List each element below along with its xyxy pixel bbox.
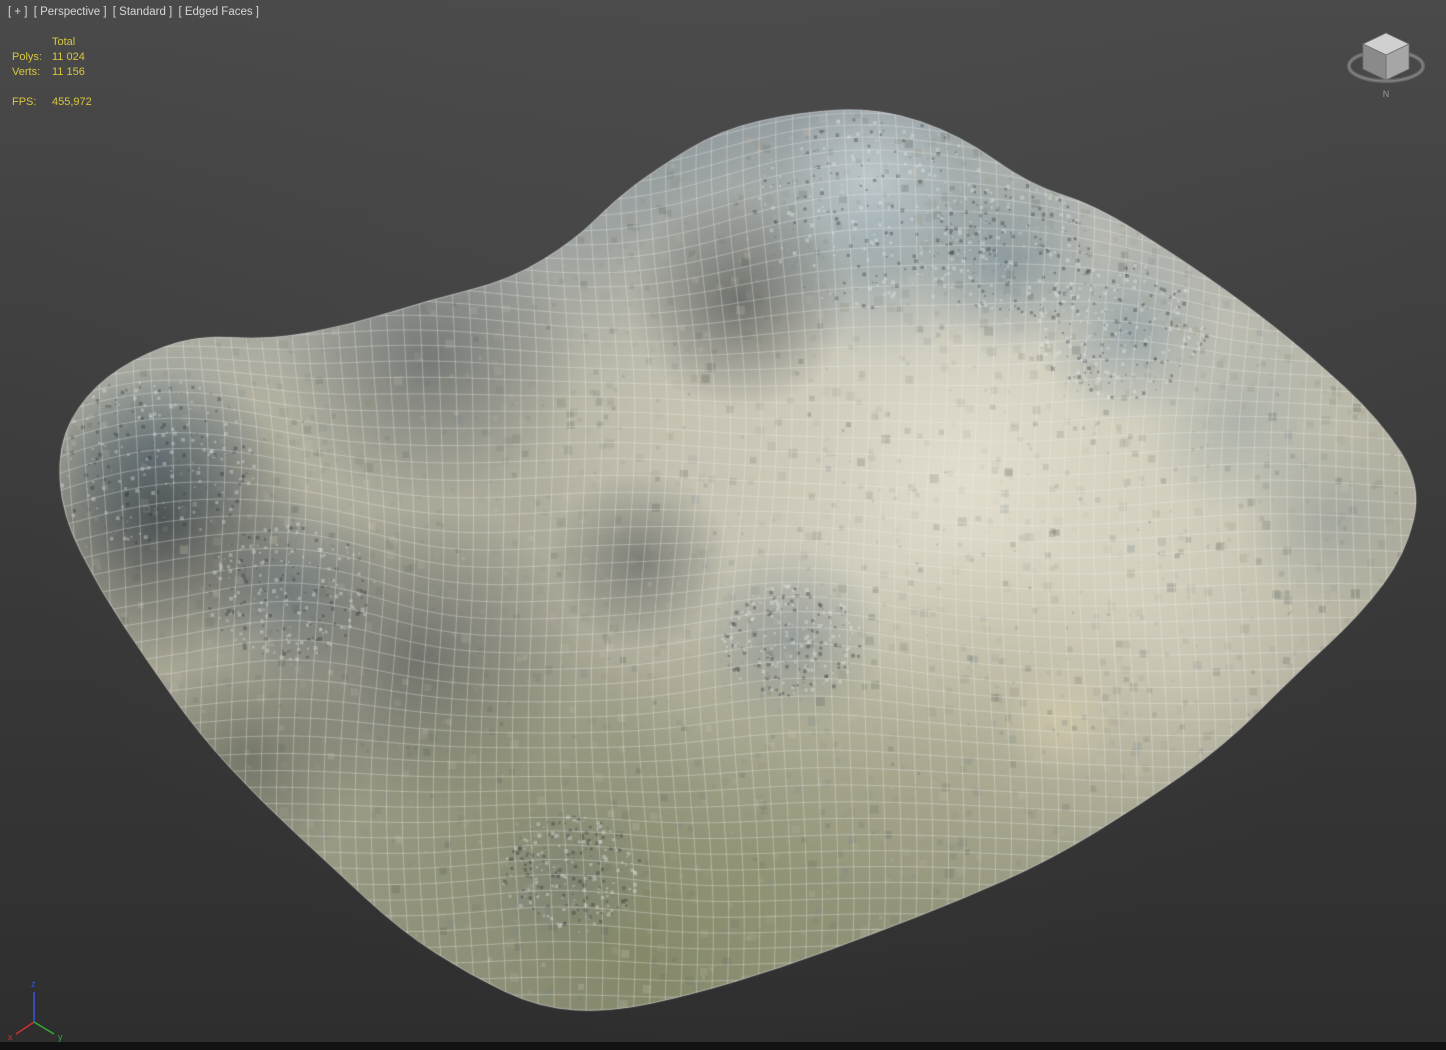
axis-z-label: z — [31, 979, 36, 989]
statistics-overlay: . Total Polys: 11 024 Verts: 11 156 FPS:… — [12, 35, 92, 110]
rock-mesh-model[interactable] — [0, 0, 1446, 1050]
viewport-menu-pov[interactable]: [ Perspective ] — [34, 6, 107, 18]
stats-header: Total — [52, 36, 76, 48]
viewport-menu-style[interactable]: [ Standard ] — [113, 6, 172, 18]
viewport-label-bar: [ + ] [ Perspective ] [ Standard ] [ Edg… — [8, 6, 262, 18]
viewcube-north-label: N — [1383, 89, 1390, 99]
world-axis-icon: z x y — [8, 979, 63, 1042]
world-axis-gizmo: z x y — [4, 974, 74, 1044]
polys-label: Polys: — [12, 51, 42, 63]
viewcube[interactable]: N — [1342, 18, 1430, 106]
viewcube-icon: N — [1347, 32, 1425, 99]
perspective-viewport: [ + ] [ Perspective ] [ Standard ] [ Edg… — [0, 0, 1446, 1050]
viewport-menu-general[interactable]: [ + ] — [8, 6, 28, 18]
verts-value: 11 156 — [52, 66, 85, 78]
polys-value: 11 024 — [52, 51, 85, 63]
window-edge — [0, 1042, 1446, 1050]
axis-x-label: x — [8, 1032, 13, 1042]
verts-label: Verts: — [12, 66, 41, 78]
fps-value: 455,972 — [52, 96, 92, 108]
axis-y-label: y — [58, 1032, 63, 1042]
viewport-menu-shading[interactable]: [ Edged Faces ] — [178, 6, 259, 18]
fps-label: FPS: — [12, 96, 37, 108]
